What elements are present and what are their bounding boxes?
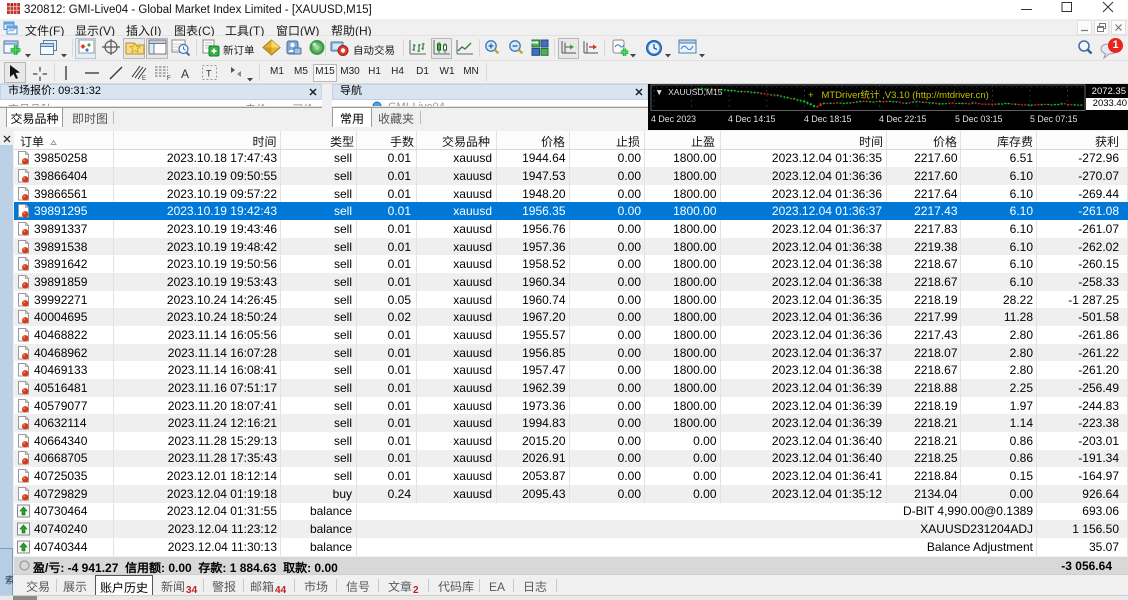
svg-text:E: E [142, 76, 146, 81]
svg-text:T: T [206, 69, 212, 79]
svg-text:F: F [167, 76, 171, 81]
